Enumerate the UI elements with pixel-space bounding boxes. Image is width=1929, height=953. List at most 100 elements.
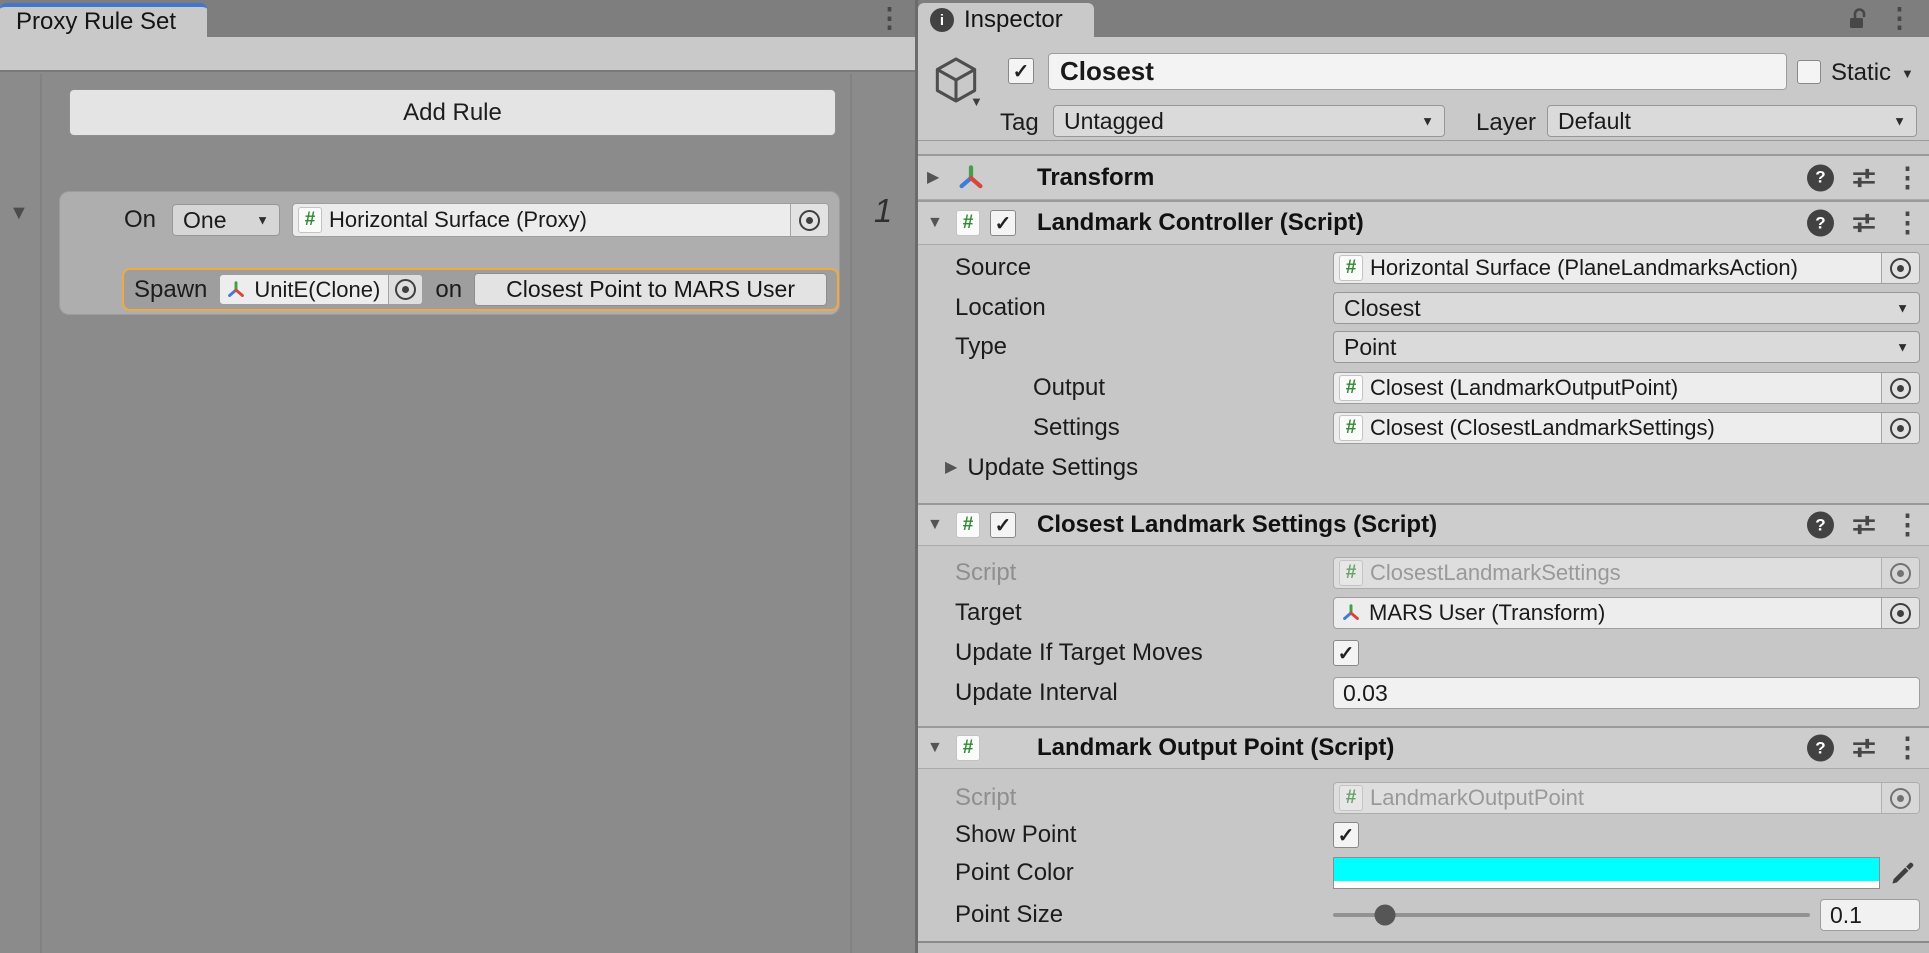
script-row: Script # LandmarkOutputPoint bbox=[918, 782, 1929, 814]
help-icon[interactable]: ? bbox=[1807, 210, 1834, 237]
foldout-open-icon[interactable]: ▼ bbox=[927, 740, 943, 756]
object-picker-button[interactable] bbox=[1881, 253, 1919, 283]
landmark-controller-header[interactable]: ▼ # ✓ Landmark Controller (Script) ? ⋮ bbox=[918, 200, 1929, 245]
point-color-field[interactable] bbox=[1333, 857, 1880, 889]
component-menu-icon[interactable]: ⋮ bbox=[1894, 164, 1914, 191]
object-picker-button bbox=[1881, 558, 1919, 588]
source-object-field[interactable]: # Horizontal Surface (PlaneLandmarksActi… bbox=[1333, 252, 1920, 284]
rule-count-value: One bbox=[183, 207, 226, 234]
chevron-down-icon: ▼ bbox=[1421, 115, 1434, 128]
target-label: Target bbox=[918, 599, 1333, 627]
component-enabled-checkbox[interactable]: ✓ bbox=[990, 210, 1016, 236]
object-picker-button[interactable] bbox=[388, 275, 422, 304]
script-icon: # bbox=[298, 207, 322, 233]
slider-knob[interactable] bbox=[1375, 905, 1396, 926]
script-icon: # bbox=[1339, 785, 1363, 811]
point-size-input[interactable]: 0.1 bbox=[1820, 899, 1920, 931]
transform-component-header[interactable]: ▶ Transform ? ⋮ bbox=[918, 154, 1929, 200]
help-icon[interactable]: ? bbox=[1807, 735, 1834, 762]
source-label: Source bbox=[918, 254, 1333, 282]
help-icon[interactable]: ? bbox=[1807, 512, 1834, 539]
alpha-bar bbox=[1334, 881, 1879, 888]
script-object-field: # LandmarkOutputPoint bbox=[1333, 782, 1920, 814]
rule-foldout-icon[interactable]: ▼ bbox=[9, 202, 29, 225]
presets-icon[interactable] bbox=[1850, 734, 1878, 762]
point-size-label: Point Size bbox=[918, 901, 1333, 929]
rule-count-dropdown[interactable]: One ▼ bbox=[172, 204, 280, 236]
show-point-label: Show Point bbox=[918, 821, 1333, 849]
type-value: Point bbox=[1344, 334, 1396, 361]
presets-icon[interactable] bbox=[1850, 164, 1878, 192]
update-if-target-moves-row: Update If Target Moves ✓ bbox=[918, 637, 1929, 669]
point-size-slider[interactable] bbox=[1333, 900, 1810, 930]
object-picker-button[interactable] bbox=[1881, 413, 1919, 443]
proxy-object-name: Horizontal Surface (Proxy) bbox=[322, 207, 790, 233]
proxy-object-field[interactable]: # Horizontal Surface (Proxy) bbox=[292, 203, 829, 237]
output-label: Output bbox=[918, 374, 1333, 402]
target-object-field[interactable]: MARS User (Transform) bbox=[1333, 597, 1920, 629]
presets-icon[interactable] bbox=[1850, 511, 1878, 539]
component-menu-icon[interactable]: ⋮ bbox=[1894, 210, 1914, 237]
output-object-field[interactable]: # Closest (LandmarkOutputPoint) bbox=[1333, 372, 1920, 404]
show-point-checkbox[interactable]: ✓ bbox=[1333, 822, 1359, 848]
static-flags-caret[interactable]: ▼ bbox=[1901, 67, 1914, 80]
chevron-down-icon: ▼ bbox=[1893, 115, 1906, 128]
component-menu-icon[interactable]: ⋮ bbox=[1894, 735, 1914, 762]
point-color-swatch bbox=[1334, 858, 1879, 881]
update-settings-label: Update Settings bbox=[967, 454, 1138, 482]
gameobject-name-field[interactable]: Closest bbox=[1048, 53, 1787, 90]
type-row: Type Point ▼ bbox=[918, 331, 1929, 363]
type-dropdown[interactable]: Point ▼ bbox=[1333, 331, 1920, 363]
tag-dropdown[interactable]: Untagged ▼ bbox=[1053, 105, 1445, 137]
update-if-target-moves-checkbox[interactable]: ✓ bbox=[1333, 640, 1359, 666]
icon-picker-caret[interactable]: ▼ bbox=[970, 95, 983, 108]
object-picker-icon bbox=[1890, 378, 1911, 399]
tag-value: Untagged bbox=[1064, 108, 1164, 135]
update-settings-foldout[interactable]: ▶ Update Settings bbox=[918, 452, 1929, 484]
tab-inspector[interactable]: i Inspector bbox=[918, 3, 1094, 37]
inspector-tab-bar: i Inspector ⋮ bbox=[918, 0, 1929, 37]
foldout-open-icon[interactable]: ▼ bbox=[927, 215, 943, 231]
rule-action-row[interactable]: Spawn UnitE(Clone) on Closest Point to M… bbox=[122, 268, 839, 311]
closest-landmark-settings-header[interactable]: ▼ # ✓ Closest Landmark Settings (Script)… bbox=[918, 503, 1929, 546]
landmark-output-point-title: Landmark Output Point (Script) bbox=[1037, 734, 1394, 762]
foldout-closed-icon[interactable]: ▶ bbox=[927, 170, 939, 186]
unity-editor: Proxy Rule Set ⋮ Add Rule ▼ On One ▼ bbox=[0, 0, 1929, 953]
spawn-object-field[interactable]: UnitE(Clone) bbox=[219, 274, 423, 305]
closest-landmark-settings-title: Closest Landmark Settings (Script) bbox=[1037, 511, 1437, 539]
lock-icon[interactable] bbox=[1846, 7, 1870, 31]
foldout-open-icon[interactable]: ▼ bbox=[927, 517, 943, 533]
location-dropdown[interactable]: Closest ▼ bbox=[1333, 292, 1920, 324]
presets-icon[interactable] bbox=[1850, 209, 1878, 237]
script-row: Script # ClosestLandmarkSettings bbox=[918, 557, 1929, 589]
panel-menu-icon[interactable]: ⋮ bbox=[876, 5, 900, 33]
script-icon: # bbox=[956, 210, 980, 236]
component-menu-icon[interactable]: ⋮ bbox=[1894, 512, 1914, 539]
update-interval-input[interactable]: 0.03 bbox=[1333, 677, 1920, 709]
gameobject-header: ▼ ✓ Closest Static ▼ Tag Untagged ▼ Laye… bbox=[918, 37, 1929, 141]
object-picker-button[interactable] bbox=[1881, 598, 1919, 628]
static-checkbox[interactable] bbox=[1797, 60, 1821, 84]
left-tab-bar: Proxy Rule Set ⋮ bbox=[0, 0, 915, 37]
gameobject-name: Closest bbox=[1060, 56, 1154, 87]
add-rule-button[interactable]: Add Rule bbox=[69, 89, 836, 136]
eyedropper-icon[interactable] bbox=[1886, 858, 1920, 888]
active-checkbox[interactable]: ✓ bbox=[1008, 58, 1034, 84]
object-picker-button[interactable] bbox=[790, 204, 828, 236]
type-label: Type bbox=[918, 333, 1333, 361]
tab-proxy-rule-set[interactable]: Proxy Rule Set bbox=[0, 3, 207, 37]
tab-inspector-label: Inspector bbox=[964, 6, 1063, 34]
inspector-menu-icon[interactable]: ⋮ bbox=[1886, 5, 1910, 33]
component-enabled-checkbox[interactable]: ✓ bbox=[990, 512, 1016, 538]
layer-dropdown[interactable]: Default ▼ bbox=[1547, 105, 1917, 137]
object-picker-icon bbox=[799, 210, 820, 231]
landmark-target-button[interactable]: Closest Point to MARS User bbox=[474, 273, 827, 306]
help-icon[interactable]: ? bbox=[1807, 164, 1834, 191]
inspector-panel: i Inspector ⋮ ▼ ✓ Closest Static ▼ Tag bbox=[918, 0, 1929, 953]
left-toolbar bbox=[0, 37, 915, 72]
settings-object-field[interactable]: # Closest (ClosestLandmarkSettings) bbox=[1333, 412, 1920, 444]
landmark-output-point-header[interactable]: ▼ # Landmark Output Point (Script) ? ⋮ bbox=[918, 726, 1929, 769]
next-component-edge bbox=[918, 941, 1929, 953]
point-size-value: 0.1 bbox=[1830, 902, 1862, 929]
object-picker-button[interactable] bbox=[1881, 373, 1919, 403]
